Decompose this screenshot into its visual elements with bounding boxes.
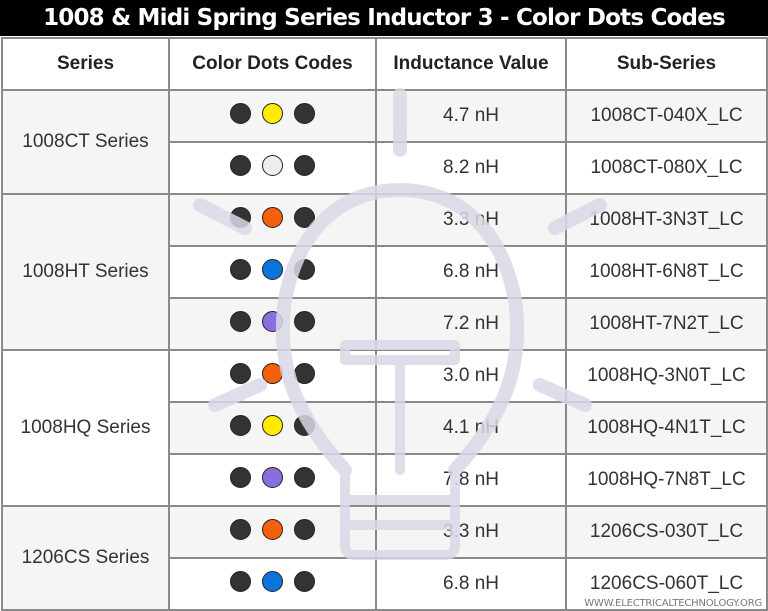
color-dot-icon: [262, 466, 283, 488]
color-dots: [230, 206, 315, 228]
color-dots-cell: [168, 505, 377, 559]
table-row: 1008HT Series 3.3 nH 1008HT-3N3T_LC: [1, 193, 768, 351]
color-dot-icon: [294, 154, 315, 176]
inductance-cell: 6.8 nH: [375, 245, 567, 299]
color-dot-icon: [294, 570, 315, 592]
color-dots-cell: [168, 141, 377, 195]
table-row: 1008HQ Series 3.0 nH 1008HQ-3N0T_LC: [1, 349, 768, 507]
table-row: 1206CS Series 3.3 nH 1206CS-030T_LC: [1, 505, 768, 611]
sub-series-cell: 1008HT-7N2T_LC: [565, 297, 768, 351]
sub-series-cell: 1008HT-3N3T_LC: [565, 193, 768, 247]
color-dot-icon: [294, 258, 315, 280]
header-sub-series: Sub-Series: [565, 37, 768, 91]
color-code-table-container: Series Color Dots Codes Inductance Value…: [1, 37, 768, 611]
color-dot-icon: [294, 102, 315, 124]
color-dot-icon: [294, 362, 315, 384]
color-dot-icon: [230, 570, 251, 592]
table-header-row: Series Color Dots Codes Inductance Value…: [1, 37, 768, 91]
color-dot-icon: [262, 206, 283, 228]
website-credit: WWW.ELECTRICALTECHNOLOGY.ORG: [584, 598, 762, 609]
color-dot-icon: [262, 362, 283, 384]
color-dot-icon: [262, 570, 283, 592]
color-dots: [230, 466, 315, 488]
series-cell: 1206CS Series: [1, 505, 170, 611]
color-dot-icon: [262, 154, 283, 176]
inductance-cell: 3.3 nH: [375, 505, 567, 559]
sub-series-cell: 1008CT-040X_LC: [565, 89, 768, 143]
inductance-cell: 4.1 nH: [375, 401, 567, 455]
color-dots-cell: [168, 297, 377, 351]
color-dots: [230, 310, 315, 332]
color-dot-icon: [262, 518, 283, 540]
color-dot-icon: [230, 310, 251, 332]
color-dots-cell: [168, 557, 377, 611]
color-dot-icon: [262, 258, 283, 280]
color-dot-icon: [230, 518, 251, 540]
color-dots-cell: [168, 349, 377, 403]
color-dot-icon: [262, 414, 283, 436]
color-dots-cell: [168, 245, 377, 299]
color-dots-cell: [168, 89, 377, 143]
table-row: 1008CT Series 4.7 nH 1008CT-040X_LC: [1, 89, 768, 195]
color-dots: [230, 102, 315, 124]
inductance-cell: 3.0 nH: [375, 349, 567, 403]
color-dot-icon: [294, 466, 315, 488]
color-dot-icon: [230, 466, 251, 488]
color-dots: [230, 570, 315, 592]
color-dots-cell: [168, 193, 377, 247]
color-dots: [230, 362, 315, 384]
sub-series-cell: 1008HQ-3N0T_LC: [565, 349, 768, 403]
color-dots-cell: [168, 401, 377, 455]
header-series: Series: [1, 37, 170, 91]
sub-series-cell: 1008CT-080X_LC: [565, 141, 768, 195]
sub-series-cell: 1008HQ-4N1T_LC: [565, 401, 768, 455]
color-dot-icon: [294, 518, 315, 540]
color-dots-cell: [168, 453, 377, 507]
color-dot-icon: [262, 310, 283, 332]
sub-series-cell: 1008HT-6N8T_LC: [565, 245, 768, 299]
color-dot-icon: [230, 154, 251, 176]
sub-series-cell: 1206CS-030T_LC: [565, 505, 768, 559]
page-title: 1008 & Midi Spring Series Inductor 3 - C…: [0, 0, 768, 36]
color-dots: [230, 414, 315, 436]
inductance-cell: 7.8 nH: [375, 453, 567, 507]
color-dot-icon: [230, 258, 251, 280]
color-dots: [230, 518, 315, 540]
inductance-cell: 6.8 nH: [375, 557, 567, 611]
inductance-cell: 7.2 nH: [375, 297, 567, 351]
color-dot-icon: [294, 414, 315, 436]
color-dots: [230, 154, 315, 176]
series-cell: 1008CT Series: [1, 89, 170, 195]
color-code-table: Series Color Dots Codes Inductance Value…: [1, 37, 768, 611]
color-dot-icon: [294, 206, 315, 228]
color-dot-icon: [230, 206, 251, 228]
color-dot-icon: [230, 362, 251, 384]
color-dot-icon: [230, 102, 251, 124]
inductance-cell: 3.3 nH: [375, 193, 567, 247]
color-dot-icon: [294, 310, 315, 332]
color-dot-icon: [262, 102, 283, 124]
inductance-cell: 4.7 nH: [375, 89, 567, 143]
table-body: 1008CT Series 4.7 nH 1008CT-040X_LC 8.2 nH 1…: [1, 89, 768, 611]
header-color-dots: Color Dots Codes: [168, 37, 377, 91]
inductance-cell: 8.2 nH: [375, 141, 567, 195]
color-dots: [230, 258, 315, 280]
sub-series-cell: 1008HQ-7N8T_LC: [565, 453, 768, 507]
color-dot-icon: [230, 414, 251, 436]
series-cell: 1008HT Series: [1, 193, 170, 351]
series-cell: 1008HQ Series: [1, 349, 170, 507]
header-inductance: Inductance Value: [375, 37, 567, 91]
